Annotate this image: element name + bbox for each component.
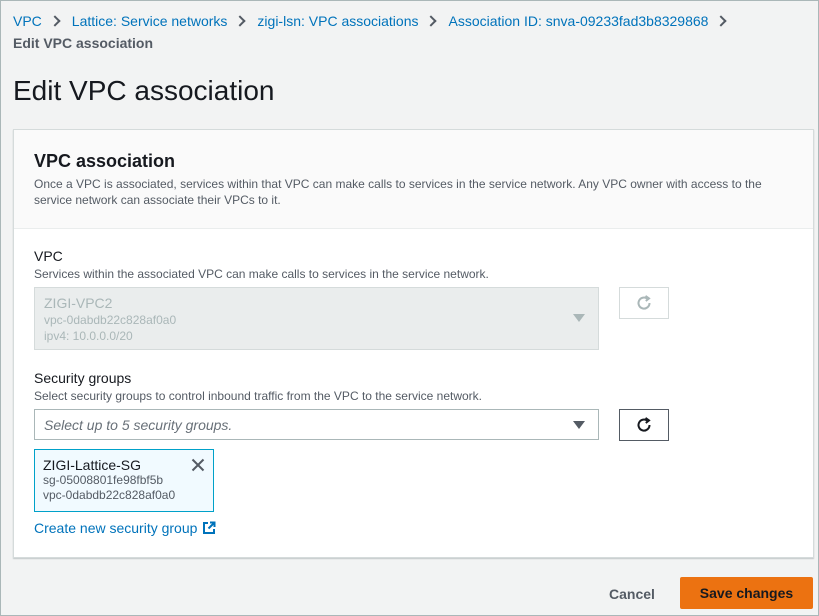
external-link-icon xyxy=(203,521,216,534)
breadcrumb-lattice-service-networks[interactable]: Lattice: Service networks xyxy=(72,13,228,29)
security-groups-select[interactable]: Select up to 5 security groups. xyxy=(34,409,599,440)
chevron-right-icon xyxy=(425,15,438,27)
panel-title: VPC association xyxy=(34,151,176,171)
refresh-icon xyxy=(637,295,651,310)
refresh-icon xyxy=(637,417,651,432)
breadcrumb-vpc-associations[interactable]: zigi-lsn: VPC associations xyxy=(257,13,418,29)
vpc-description: Services within the associated VPC can m… xyxy=(34,267,489,281)
breadcrumb: VPC Lattice: Service networks zigi-lsn: VP… xyxy=(13,10,813,54)
caret-down-icon xyxy=(573,314,585,322)
vpc-association-panel: VPC association Once a VPC is associated… xyxy=(13,129,814,558)
vpc-selected-name: ZIGI-VPC2 xyxy=(44,295,113,311)
security-groups-refresh-button[interactable] xyxy=(619,409,669,441)
chevron-right-icon xyxy=(234,15,247,27)
close-icon[interactable] xyxy=(191,458,205,472)
vpc-selected-cidr: ipv4: 10.0.0.0/20 xyxy=(44,329,133,343)
chevron-right-icon xyxy=(715,15,728,27)
token-vpc: vpc-0dabdb22c828af0a0 xyxy=(43,488,176,502)
breadcrumb-current: Edit VPC association xyxy=(13,35,154,51)
vpc-label: VPC xyxy=(34,248,63,264)
token-name: ZIGI-Lattice-SG xyxy=(43,457,142,473)
caret-down-icon xyxy=(573,421,585,429)
vpc-refresh-button xyxy=(619,287,669,319)
create-security-group-label: Create new security group xyxy=(34,520,198,536)
security-groups-placeholder: Select up to 5 security groups. xyxy=(44,417,233,433)
security-group-token: ZIGI-Lattice-SG sg-05008801fe98fbf5b vpc… xyxy=(34,449,214,512)
security-groups-label: Security groups xyxy=(34,370,132,386)
panel-description: Once a VPC is associated, services withi… xyxy=(34,177,762,207)
token-id: sg-05008801fe98fbf5b xyxy=(43,473,164,487)
page-title: Edit VPC association xyxy=(13,75,275,106)
security-groups-description: Select security groups to control inboun… xyxy=(34,389,482,403)
cancel-button[interactable]: Cancel xyxy=(597,579,667,609)
vpc-selected-id: vpc-0dabdb22c828af0a0 xyxy=(44,313,177,327)
create-security-group-link[interactable]: Create new security group xyxy=(34,519,216,537)
panel-header: VPC association Once a VPC is associated… xyxy=(14,130,813,229)
vpc-select: ZIGI-VPC2 vpc-0dabdb22c828af0a0 ipv4: 10… xyxy=(34,287,599,350)
save-changes-button[interactable]: Save changes xyxy=(680,577,813,609)
chevron-right-icon xyxy=(49,15,61,27)
breadcrumb-vpc[interactable]: VPC xyxy=(13,13,42,29)
breadcrumb-association-id[interactable]: Association ID: snva-09233fad3b8329868 xyxy=(448,13,708,29)
